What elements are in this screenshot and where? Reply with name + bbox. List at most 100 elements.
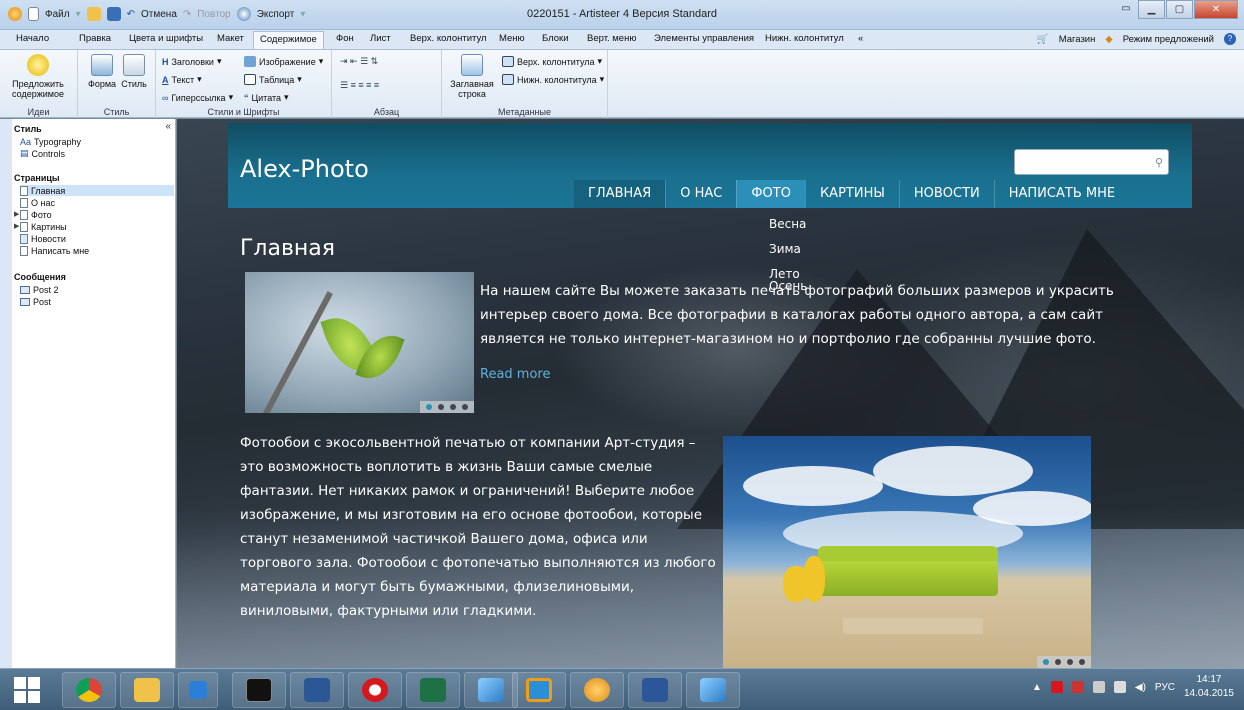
tray-network-icon[interactable] <box>1092 681 1105 693</box>
expand-arrow-icon[interactable]: ▶ <box>14 222 19 230</box>
expand-arrow-icon[interactable]: ▶ <box>14 210 19 218</box>
post-item-2[interactable]: Post 2 <box>20 284 174 295</box>
media-player-taskbar-icon[interactable] <box>178 672 218 708</box>
file-menu[interactable]: Файл <box>45 9 70 20</box>
slide-dot[interactable] <box>1079 659 1085 665</box>
opera-taskbar-icon[interactable] <box>348 672 402 708</box>
tab-menu[interactable]: Меню <box>499 33 525 44</box>
tab-edit[interactable]: Правка <box>79 33 111 44</box>
clock[interactable]: 14:17 14.04.2015 <box>1184 673 1234 701</box>
site-logo[interactable]: Alex-Photo <box>240 155 369 183</box>
search-icon[interactable]: ⚲ <box>1155 156 1163 169</box>
nav-item-photo[interactable]: ФОТО <box>736 180 805 208</box>
site-search-input[interactable]: ⚲ <box>1014 149 1169 175</box>
slide-dot[interactable] <box>438 404 444 410</box>
tab-sheet[interactable]: Лист <box>370 33 391 44</box>
shop-link[interactable]: Магазин <box>1059 34 1096 45</box>
new-file-icon[interactable] <box>28 7 39 21</box>
page-item-photo[interactable]: Фото <box>20 209 174 220</box>
app-logo-icon[interactable] <box>8 7 22 21</box>
suggest-mode-link[interactable]: Режим предложений <box>1123 34 1214 45</box>
align-buttons[interactable]: ☰ ≡ ≡ ≡ ≡ <box>340 80 379 91</box>
tray-device-icon[interactable] <box>1113 681 1126 693</box>
show-hidden-icons[interactable]: ▲ <box>1032 682 1042 693</box>
page-item-news[interactable]: Новости <box>20 233 174 244</box>
nav-item-news[interactable]: НОВОСТИ <box>898 180 994 208</box>
restore-layout-icon[interactable]: ▭ <box>1115 0 1137 19</box>
maximize-button[interactable]: ▢ <box>1166 0 1193 19</box>
undo-button[interactable]: Отмена <box>141 9 177 20</box>
quote-button[interactable]: “Цитата ▾ <box>244 92 289 103</box>
nav-item-write-me[interactable]: НАПИСАТЬ МНЕ <box>993 180 1129 208</box>
windows-start-icon[interactable] <box>14 677 40 703</box>
word-taskbar-icon[interactable] <box>628 672 682 708</box>
undo-icon[interactable]: ↶ <box>127 9 135 20</box>
suggest-content-button[interactable]: Предложить содержимое <box>6 54 70 99</box>
tab-collapse[interactable]: « <box>858 33 863 44</box>
footer-metadata-button[interactable]: Нижн. колонтитула ▾ <box>502 74 604 85</box>
image-button[interactable]: Изображение ▾ <box>244 56 323 67</box>
slide-dot[interactable] <box>1043 659 1049 665</box>
tab-home[interactable]: Начало <box>16 33 49 44</box>
tab-header[interactable]: Верх. колонтитул <box>410 33 487 44</box>
tab-content[interactable]: Содержимое <box>253 31 324 49</box>
slide-dot[interactable] <box>1055 659 1061 665</box>
slide-dot[interactable] <box>1067 659 1073 665</box>
cart-icon[interactable]: 🛒 <box>1037 34 1049 45</box>
explorer-taskbar-icon[interactable] <box>120 672 174 708</box>
slide-dot[interactable] <box>462 404 468 410</box>
page-item-write-me[interactable]: Написать мне <box>20 245 174 256</box>
tab-vertical-menu[interactable]: Верт. меню <box>587 33 636 44</box>
nav-item-home[interactable]: ГЛАВНАЯ <box>574 180 666 208</box>
title-line-button[interactable]: Заглавная строка <box>448 54 496 99</box>
page-item-about[interactable]: О нас <box>20 197 174 208</box>
tab-blocks[interactable]: Блоки <box>542 33 569 44</box>
language-indicator[interactable]: РУС <box>1155 682 1175 693</box>
open-folder-icon[interactable] <box>86 7 101 21</box>
dropdown-item-winter[interactable]: Зима <box>769 242 807 267</box>
chrome-taskbar-icon[interactable] <box>62 672 116 708</box>
suggest-mode-icon[interactable]: ◆ <box>1105 34 1112 45</box>
redo-icon[interactable]: ↷ <box>183 9 191 20</box>
style-button[interactable]: Стиль <box>120 54 148 89</box>
header-metadata-button[interactable]: Верх. колонтитула ▾ <box>502 56 602 67</box>
artisteer-taskbar-icon[interactable] <box>570 672 624 708</box>
style-item-controls[interactable]: ▤ Controls <box>20 148 174 159</box>
help-icon[interactable]: ? <box>1224 33 1236 45</box>
page-item-paintings[interactable]: Картины <box>20 221 174 232</box>
app-taskbar-icon[interactable] <box>512 672 566 708</box>
indent-buttons[interactable]: ⇥ ⇤ ☰ ⇅ <box>340 56 378 67</box>
minimize-button[interactable]: ▁ <box>1138 0 1165 19</box>
redo-button[interactable]: Повтор <box>197 9 230 20</box>
slide-dot[interactable] <box>450 404 456 410</box>
save-icon[interactable] <box>106 7 121 21</box>
tray-flag-icon[interactable] <box>1071 681 1084 693</box>
read-more-link[interactable]: Read more <box>480 367 550 382</box>
text-button[interactable]: A Текст ▾ <box>162 74 202 85</box>
app-taskbar-icon[interactable] <box>686 672 740 708</box>
excel-taskbar-icon[interactable] <box>406 672 460 708</box>
close-button[interactable]: ✕ <box>1194 0 1238 19</box>
hyperlink-button[interactable]: ∞ Гиперссылка ▾ <box>162 92 233 103</box>
dropdown-item-spring[interactable]: Весна <box>769 217 807 242</box>
post-item-1[interactable]: Post <box>20 296 174 307</box>
page-item-home[interactable]: Главная <box>20 185 174 196</box>
tab-controls[interactable]: Элементы управления <box>654 33 754 44</box>
cmd-taskbar-icon[interactable] <box>232 672 286 708</box>
collapse-panel-icon[interactable]: « <box>165 121 171 132</box>
tray-app-icon[interactable] <box>1050 681 1063 693</box>
publisher-taskbar-icon[interactable] <box>290 672 344 708</box>
tab-colors-fonts[interactable]: Цвета и шрифты <box>129 33 203 44</box>
slide-dot[interactable] <box>426 404 432 410</box>
tab-footer[interactable]: Нижн. колонтитул <box>765 33 844 44</box>
table-button[interactable]: Таблица ▾ <box>244 74 302 85</box>
style-item-typography[interactable]: Aa Typography <box>20 136 174 147</box>
tab-layout[interactable]: Макет <box>217 33 244 44</box>
nav-item-paintings[interactable]: КАРТИНЫ <box>804 180 899 208</box>
app-taskbar-icon[interactable] <box>464 672 518 708</box>
volume-icon[interactable]: ◀) <box>1135 682 1146 693</box>
tab-background[interactable]: Фон <box>336 33 354 44</box>
headings-button[interactable]: H Заголовки ▾ <box>162 56 221 67</box>
dropdown-item-summer[interactable]: Лето <box>769 267 807 281</box>
nav-item-about[interactable]: О НАС <box>665 180 736 208</box>
